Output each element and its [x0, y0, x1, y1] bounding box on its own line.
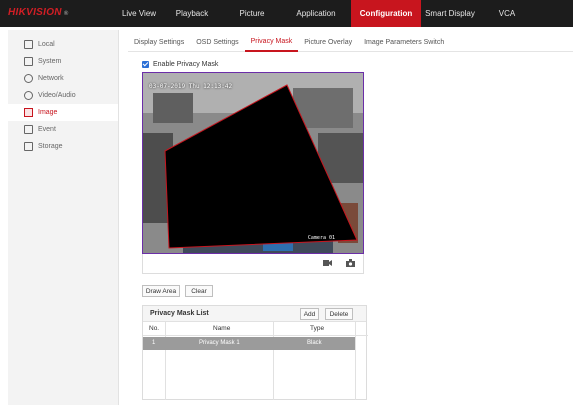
nav-playback[interactable]: Playback [161, 0, 223, 27]
row-type: Black [307, 340, 322, 346]
delete-button[interactable]: Delete [325, 308, 353, 320]
tab-picture-overlay[interactable]: Picture Overlay [298, 32, 358, 52]
network-icon [24, 74, 33, 83]
top-bar: HIKVISION ® Live View Playback Picture Ap… [0, 0, 573, 27]
video-timestamp: 03-07-2019 Thu 12:13:42 [149, 83, 233, 90]
enable-privacy-mask-label: Enable Privacy Mask [153, 61, 219, 68]
sidebar-item-local[interactable]: Local [8, 36, 118, 53]
sidebar-item-label: Local [38, 41, 55, 48]
record-icon[interactable] [323, 259, 332, 267]
column-header-type: Type [310, 325, 325, 332]
video-scene [143, 73, 363, 253]
nav-smart-display[interactable]: Smart Display [421, 0, 479, 27]
sidebar-item-network[interactable]: Network [8, 70, 118, 87]
event-icon [24, 125, 33, 134]
camera-label: Camera 01 [307, 235, 335, 241]
sidebar-item-label: Video/Audio [38, 92, 76, 99]
scene-shelf [153, 93, 193, 123]
tab-image-parameters-switch[interactable]: Image Parameters Switch [358, 32, 450, 52]
privacy-mask-list-panel: Privacy Mask List Add Delete No. Name Ty… [142, 305, 368, 400]
sidebar-item-image[interactable]: Image [8, 104, 118, 121]
column-header-name: Name [213, 325, 231, 332]
live-video-view[interactable]: 03-07-2019 Thu 12:13:42 Camera 01 [142, 72, 364, 254]
sidebar-item-event[interactable]: Event [8, 121, 118, 138]
privacy-mask-list-title: Privacy Mask List [150, 310, 209, 317]
sidebar-item-system[interactable]: System [8, 53, 118, 70]
table-row[interactable]: 1 Privacy Mask 1 Black [143, 337, 355, 350]
column-divider [355, 322, 356, 400]
image-icon [24, 108, 33, 117]
row-no: 1 [152, 340, 156, 346]
column-header-no: No. [149, 325, 160, 332]
sidebar-item-storage[interactable]: Storage [8, 138, 118, 155]
nav-live-view[interactable]: Live View [117, 0, 161, 27]
column-divider [273, 322, 274, 400]
tab-privacy-mask[interactable]: Privacy Mask [244, 32, 299, 52]
nav-application[interactable]: Application [281, 0, 351, 27]
sub-tabs: Display Settings OSD Settings Privacy Ma… [128, 32, 573, 52]
add-button[interactable]: Add [300, 308, 319, 320]
sidebar-item-label: Storage [38, 143, 63, 150]
enable-privacy-mask-checkbox[interactable] [142, 61, 149, 68]
draw-area-button[interactable]: Draw Area [142, 285, 180, 297]
logo-registered-mark: ® [63, 11, 69, 17]
logo-text: HIKVISION [8, 7, 62, 18]
video-audio-icon [24, 91, 33, 100]
enable-privacy-mask-row: Enable Privacy Mask [142, 61, 218, 68]
system-icon [24, 57, 33, 66]
sidebar: Local System Network Video/Audio Image E… [8, 30, 119, 405]
tab-osd-settings[interactable]: OSD Settings [190, 32, 244, 52]
clear-button[interactable]: Clear [185, 285, 213, 297]
sidebar-item-label: Image [38, 109, 58, 116]
nav-vca[interactable]: VCA [479, 0, 535, 27]
camera-icon[interactable] [346, 259, 355, 267]
row-name: Privacy Mask 1 [199, 340, 240, 346]
tab-display-settings[interactable]: Display Settings [128, 32, 190, 52]
storage-icon [24, 142, 33, 151]
sidebar-item-label: Event [38, 126, 56, 133]
sidebar-item-label: Network [38, 75, 64, 82]
sidebar-item-label: System [38, 58, 62, 65]
nav-configuration[interactable]: Configuration [351, 0, 421, 27]
column-divider [165, 322, 166, 400]
privacy-mask-table-header: No. Name Type [143, 322, 368, 336]
nav-picture[interactable]: Picture [223, 0, 281, 27]
sidebar-item-video-audio[interactable]: Video/Audio [8, 87, 118, 104]
monitor-icon [24, 40, 33, 49]
video-toolbar [142, 254, 364, 274]
main-nav: Live View Playback Picture Application C… [117, 0, 535, 27]
hikvision-logo: HIKVISION ® [8, 7, 69, 18]
